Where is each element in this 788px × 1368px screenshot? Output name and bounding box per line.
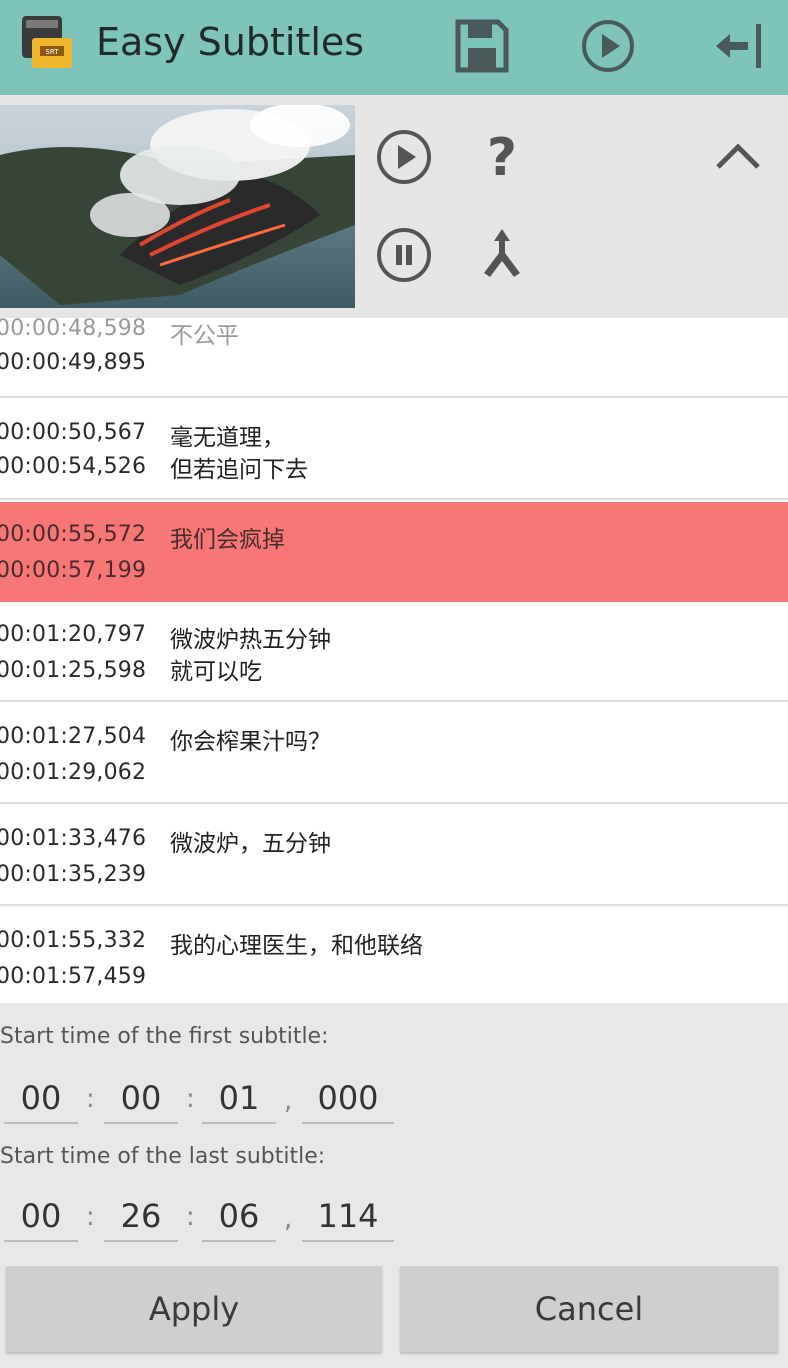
start-time: 00:01:33,476 — [0, 826, 147, 851]
svg-text:?: ? — [487, 128, 517, 188]
separator: , — [284, 1086, 293, 1116]
subtitle-text: 我的心理医生，和他联络 — [170, 933, 423, 959]
last-milliseconds-field[interactable]: 114 — [302, 1196, 394, 1242]
separator: : — [86, 1084, 95, 1114]
help-icon[interactable]: ? — [470, 125, 534, 189]
end-time: 00:00:54,526 — [0, 454, 147, 479]
subtitle-row[interactable]: 00:00:48,598 00:00:49,895 不公平 — [0, 318, 788, 398]
start-time: 00:00:50,567 — [0, 420, 147, 445]
separator: : — [86, 1202, 95, 1232]
start-time: 00:01:55,332 — [0, 928, 147, 953]
first-minutes-field[interactable]: 00 — [104, 1078, 178, 1124]
subtitle-text: 你会榨果汁吗？ — [170, 729, 331, 755]
svg-text:SRT: SRT — [45, 48, 59, 56]
play-circle-icon[interactable] — [372, 125, 436, 189]
end-time: 00:01:25,598 — [0, 658, 147, 683]
end-time: 00:00:57,199 — [0, 558, 147, 583]
last-subtitle-label: Start time of the last subtitle: — [0, 1144, 326, 1169]
subtitle-text-line2: 就可以吃 — [170, 659, 262, 685]
start-time: 00:01:27,504 — [0, 724, 147, 749]
first-seconds-field[interactable]: 01 — [202, 1078, 276, 1124]
subtitle-row[interactable]: 00:01:33,476 00:01:35,239 微波炉，五分钟 — [0, 806, 788, 906]
last-minutes-field[interactable]: 26 — [104, 1196, 178, 1242]
subtitle-row[interactable]: 00:01:20,797 00:01:25,598 微波炉热五分钟 就可以吃 — [0, 602, 788, 702]
chevron-up-icon[interactable] — [706, 125, 770, 189]
video-thumbnail[interactable] — [0, 105, 355, 308]
sync-merge-icon[interactable] — [470, 223, 534, 287]
last-seconds-field[interactable]: 06 — [202, 1196, 276, 1242]
cancel-button[interactable]: Cancel — [400, 1266, 778, 1352]
app-title: Easy Subtitles — [96, 20, 365, 64]
separator: , — [284, 1204, 293, 1234]
end-time: 00:01:35,239 — [0, 862, 147, 887]
subtitle-text: 我们会疯掉 — [170, 527, 285, 553]
subtitle-row-selected[interactable]: 00:00:55,572 00:00:57,199 我们会疯掉 — [0, 502, 788, 602]
subtitle-row[interactable]: 00:00:50,567 00:00:54,526 毫无道理， 但若追问下去 — [0, 400, 788, 500]
end-time: 00:01:29,062 — [0, 760, 147, 785]
end-time: 00:00:49,895 — [0, 350, 147, 375]
pause-circle-icon[interactable] — [372, 223, 436, 287]
separator: : — [186, 1202, 195, 1232]
separator: : — [186, 1084, 195, 1114]
start-time: 00:01:20,797 — [0, 622, 147, 647]
subtitle-row[interactable]: 00:01:27,504 00:01:29,062 你会榨果汁吗？ — [0, 704, 788, 804]
first-milliseconds-field[interactable]: 000 — [302, 1078, 394, 1124]
app-logo-icon: SRT — [16, 12, 80, 76]
first-hours-field[interactable]: 00 — [4, 1078, 78, 1124]
subtitle-list[interactable]: 00:00:48,598 00:00:49,895 不公平 00:00:50,5… — [0, 318, 788, 1003]
play-circle-icon[interactable] — [576, 14, 640, 78]
start-time: 00:00:48,598 — [0, 318, 147, 341]
subtitle-text: 不公平 — [170, 323, 239, 349]
subtitle-text-line2: 但若追问下去 — [170, 457, 308, 483]
apply-button[interactable]: Apply — [6, 1266, 382, 1352]
save-icon[interactable] — [450, 14, 514, 78]
app-bar: SRT Easy Subtitles — [0, 0, 788, 95]
first-subtitle-label: Start time of the first subtitle: — [0, 1024, 329, 1049]
subtitle-row[interactable]: 00:01:55,332 00:01:57,459 我的心理医生，和他联络 — [0, 908, 788, 1003]
video-panel: ? — [0, 95, 788, 318]
subtitle-text: 毫无道理， — [170, 425, 285, 451]
last-hours-field[interactable]: 00 — [4, 1196, 78, 1242]
subtitle-text: 微波炉，五分钟 — [170, 831, 331, 857]
exit-icon[interactable] — [706, 14, 770, 78]
end-time: 00:01:57,459 — [0, 964, 147, 989]
start-time: 00:00:55,572 — [0, 522, 147, 547]
subtitle-text: 微波炉热五分钟 — [170, 627, 331, 653]
